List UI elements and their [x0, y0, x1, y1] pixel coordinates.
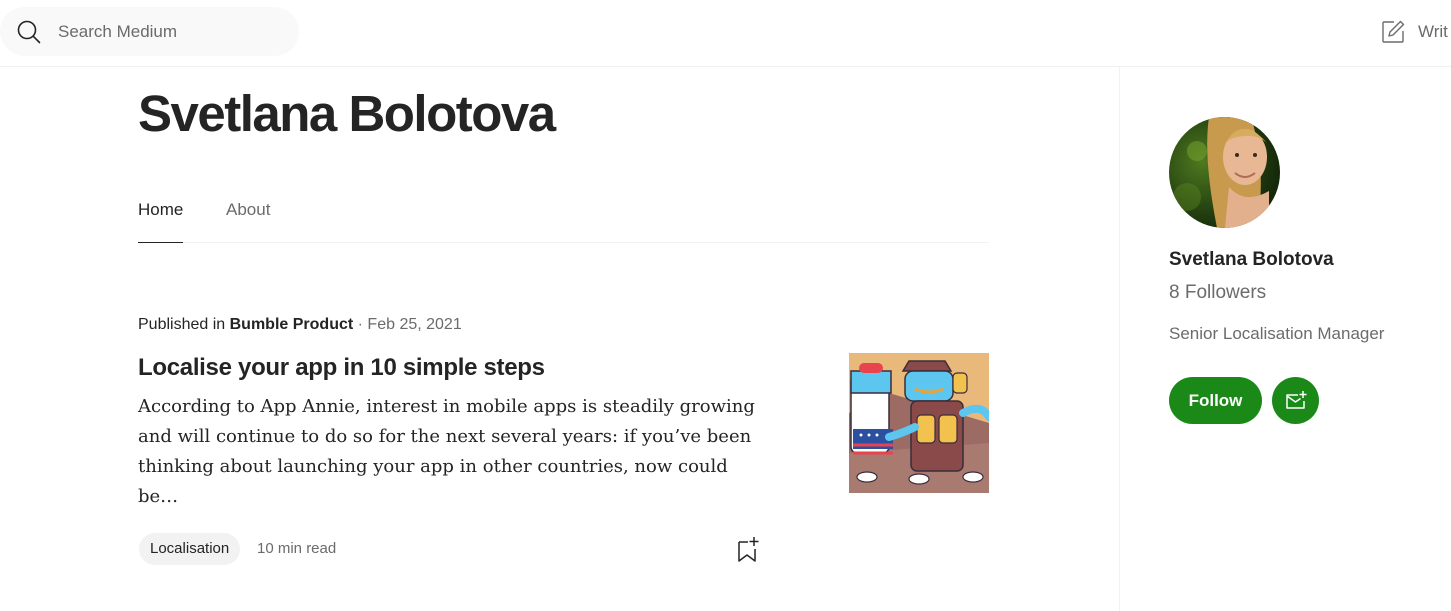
post-tag[interactable]: Localisation: [139, 533, 241, 565]
subscribe-button[interactable]: [1272, 377, 1319, 424]
sidebar-author-name[interactable]: Svetlana Bolotova: [1169, 249, 1334, 271]
post-excerpt[interactable]: According to App Annie, interest in mobi…: [138, 392, 768, 512]
post-title[interactable]: Localise your app in 10 simple steps: [138, 354, 545, 382]
search-box[interactable]: [0, 7, 299, 56]
write-label: Writ: [1418, 22, 1448, 41]
write-icon: [1382, 20, 1405, 43]
write-link[interactable]: Writ: [1380, 16, 1448, 48]
profile-tabs: Home About: [138, 196, 989, 243]
meta-separator: ·: [357, 316, 363, 333]
read-time: 10 min read: [257, 540, 337, 557]
tab-about[interactable]: About: [226, 196, 270, 242]
followers-count[interactable]: 8 Followers: [1169, 282, 1266, 304]
avatar[interactable]: [1169, 117, 1280, 228]
top-bar: Writ: [0, 0, 1451, 67]
page-title: Svetlana Bolotova: [138, 85, 556, 142]
bookmark-add-icon[interactable]: [735, 535, 761, 563]
publication-link[interactable]: Bumble Product: [230, 316, 354, 333]
search-icon: [17, 20, 41, 44]
tab-home[interactable]: Home: [138, 196, 184, 243]
follow-button[interactable]: Follow: [1169, 377, 1262, 424]
post-meta: Published in Bumble Product · Feb 25, 20…: [138, 316, 462, 334]
published-in-label: Published in: [138, 316, 226, 333]
author-bio: Senior Localisation Manager: [1169, 324, 1385, 343]
search-input[interactable]: [58, 20, 288, 44]
post-thumbnail[interactable]: [849, 353, 989, 493]
sidebar-divider: [1119, 67, 1120, 611]
post-date: Feb 25, 2021: [367, 316, 462, 333]
mail-plus-icon: [1285, 390, 1306, 409]
